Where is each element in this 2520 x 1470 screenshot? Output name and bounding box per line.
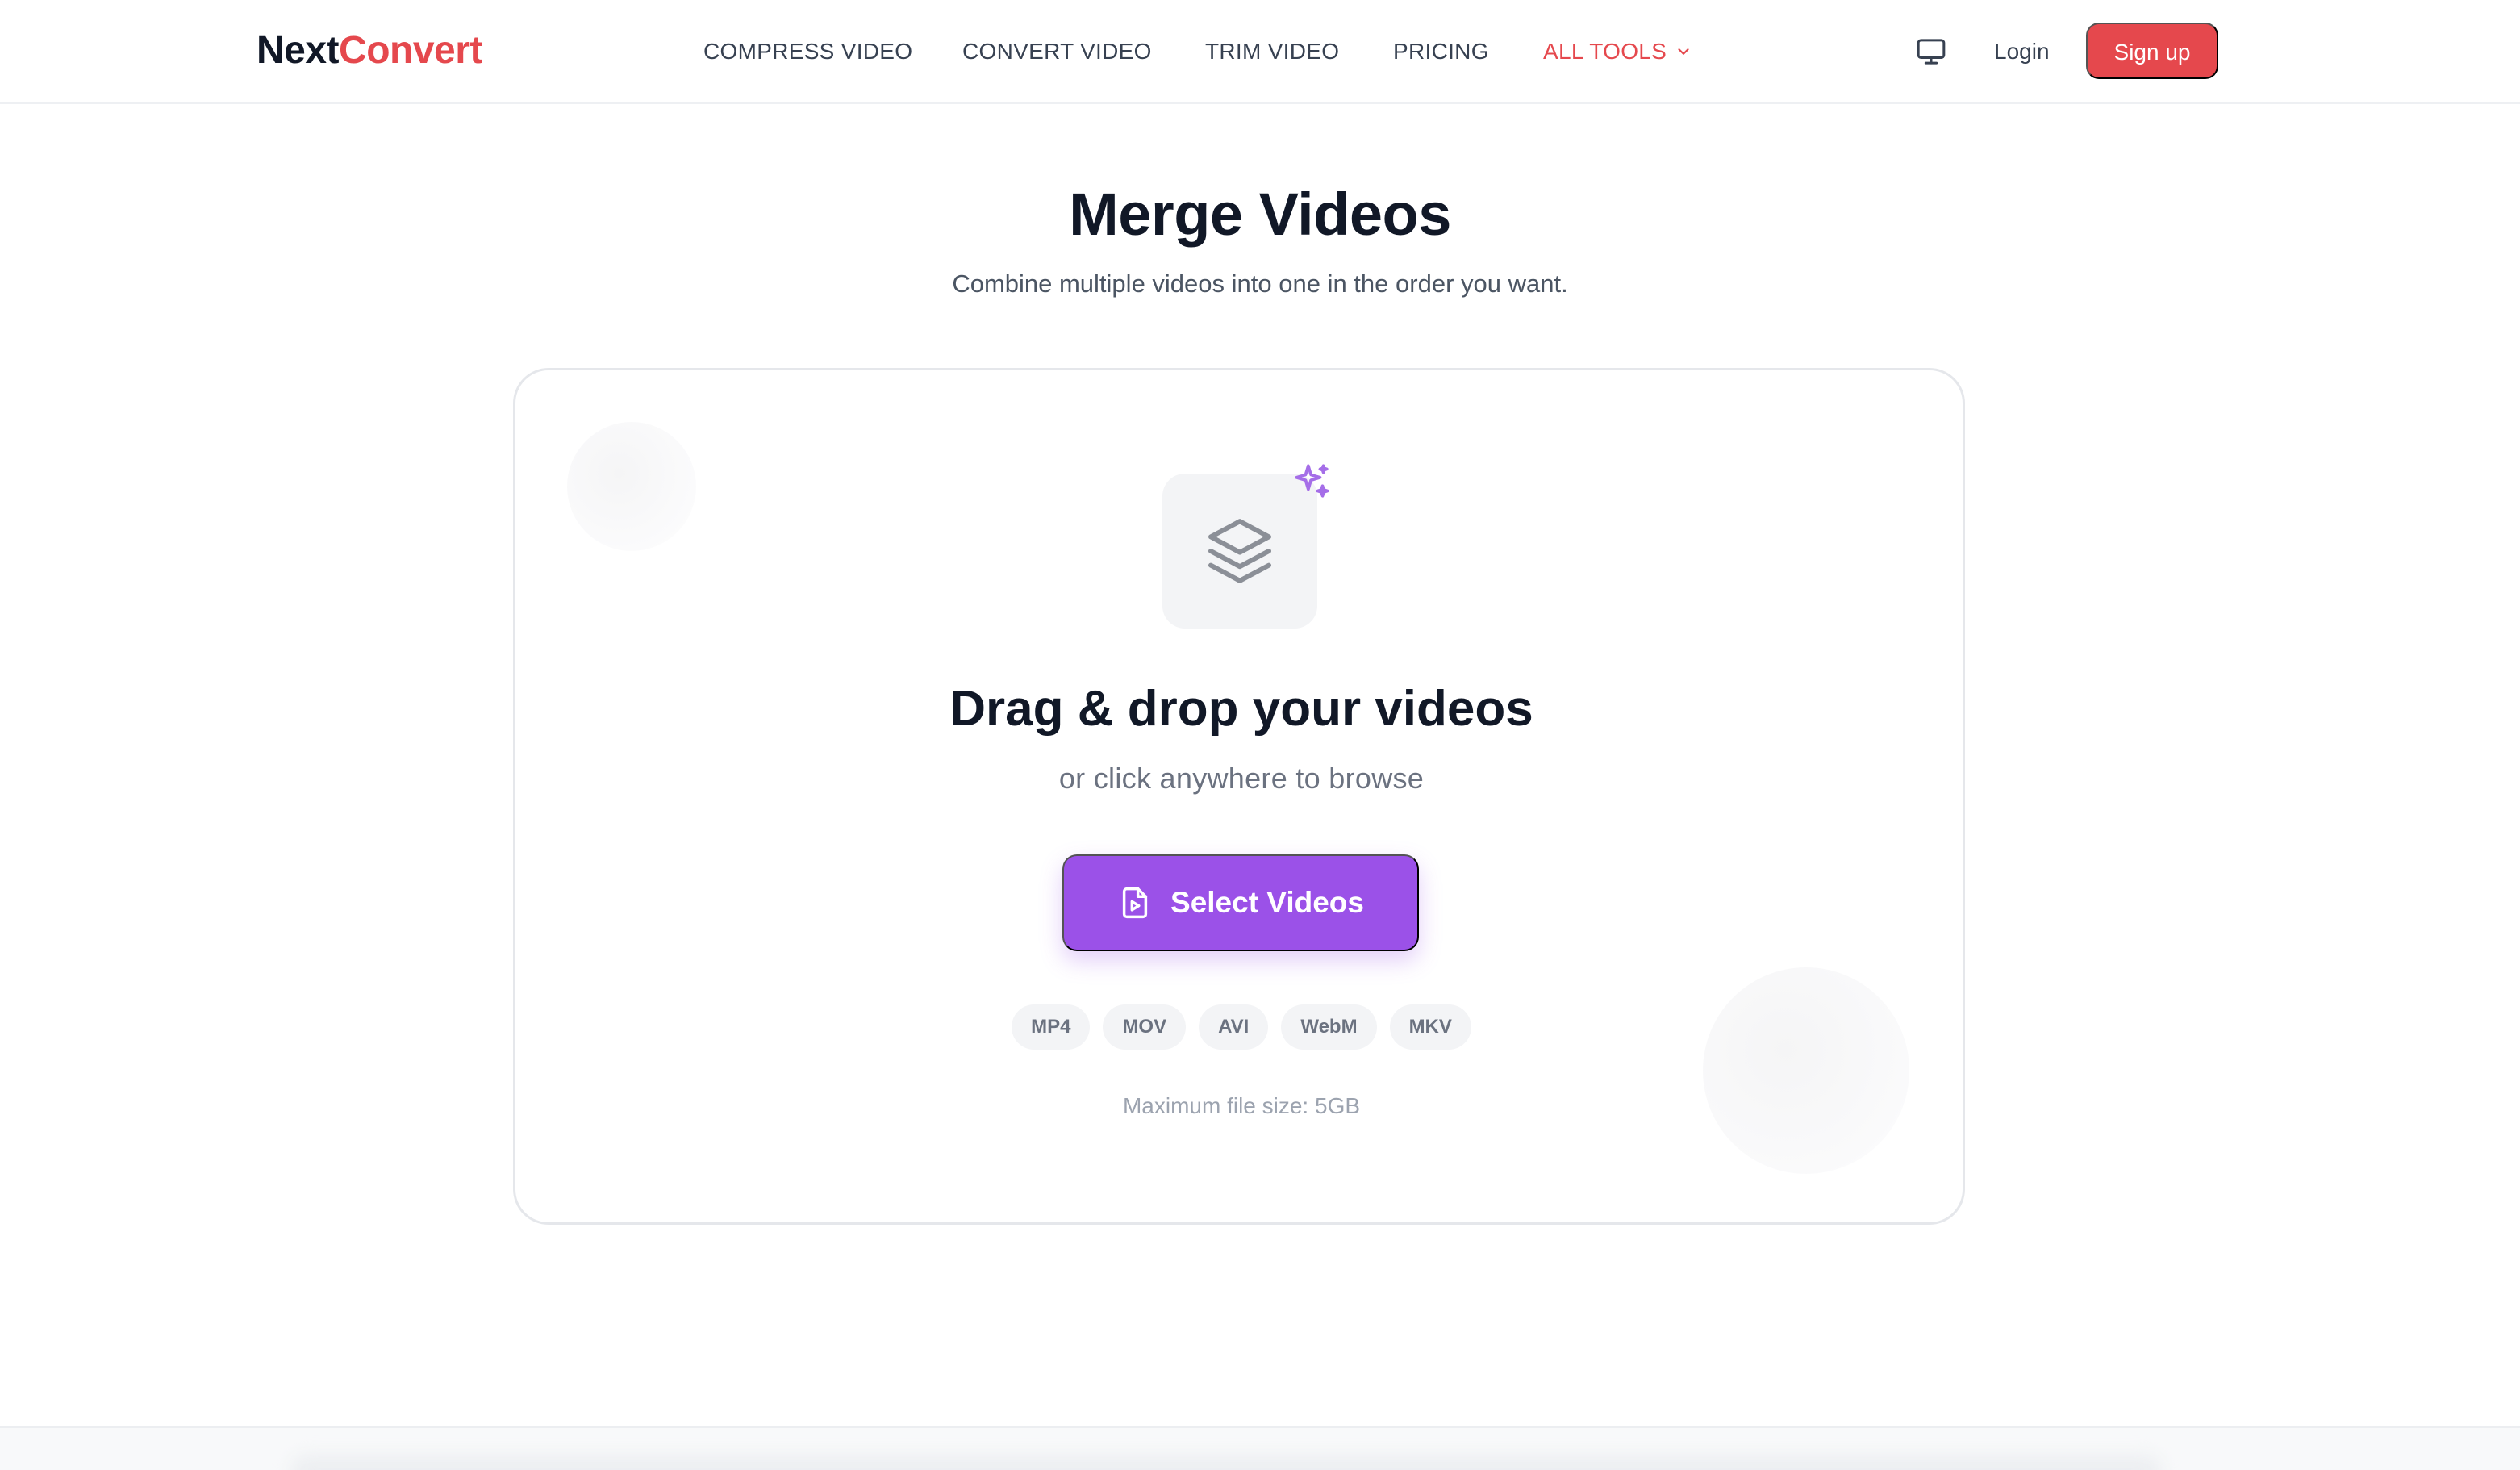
format-badge-mov: MOV	[1103, 1004, 1187, 1050]
video-file-icon	[1122, 887, 1148, 919]
monitor-icon[interactable]	[1915, 35, 1947, 68]
format-badge-mkv: MKV	[1389, 1004, 1471, 1050]
login-link[interactable]: Login	[1994, 35, 2050, 68]
decorative-circle	[567, 422, 696, 551]
top-navbar: NextConvert COMPRESS VIDEO CONVERT VIDEO…	[0, 0, 2520, 104]
max-file-size-note: Maximum file size: 5GB	[1122, 1093, 1361, 1118]
chevron-down-icon	[1675, 37, 1692, 69]
logo-text-next: Next	[257, 29, 340, 72]
nav-all-tools-label: ALL TOOLS	[1543, 39, 1667, 64]
format-badge-webm: WebM	[1281, 1004, 1377, 1050]
supported-formats: MP4 MOV AVI WebM MKV	[515, 1004, 1963, 1050]
logo[interactable]: NextConvert	[257, 27, 482, 74]
signup-button[interactable]: Sign up	[2086, 23, 2218, 79]
nav-trim-video[interactable]: TRIM VIDEO	[1205, 35, 1339, 68]
page-subtitle: Combine multiple videos into one in the …	[952, 269, 1568, 298]
nav-convert-video[interactable]: CONVERT VIDEO	[962, 35, 1152, 68]
nav-pricing[interactable]: PRICING	[1393, 35, 1489, 68]
format-badge-avi: AVI	[1199, 1004, 1269, 1050]
dropzone-title: Drag & drop your videos	[949, 681, 1533, 737]
format-badge-mp4: MP4	[1012, 1004, 1091, 1050]
select-videos-button[interactable]: Select Videos	[1062, 854, 1419, 951]
nav-all-tools[interactable]: ALL TOOLS	[1543, 35, 1692, 69]
sparkles-icon	[1291, 461, 1332, 501]
upload-dropzone[interactable]: Drag & drop your videos or click anywher…	[513, 368, 1965, 1225]
nav-compress-video[interactable]: COMPRESS VIDEO	[703, 35, 912, 68]
layers-icon	[1208, 519, 1271, 583]
logo-text-convert: Convert	[339, 29, 482, 72]
page-title: Merge Videos	[1069, 181, 1451, 248]
next-section-edge	[0, 1426, 2520, 1470]
dropzone-subtitle: or click anywhere to browse	[1058, 762, 1425, 795]
select-videos-label: Select Videos	[1170, 886, 1364, 919]
decorative-circle	[1703, 967, 1909, 1174]
section-card-shadow	[290, 1455, 2162, 1470]
